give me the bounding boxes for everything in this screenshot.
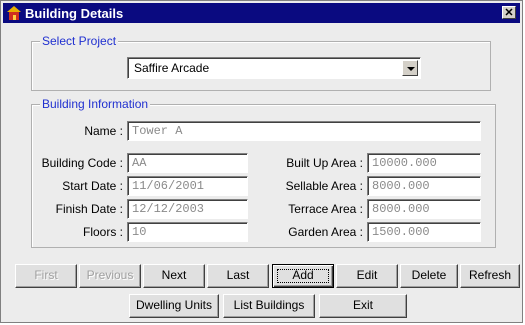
window-title: Building Details <box>25 5 124 21</box>
name-field[interactable]: Tower A <box>127 121 481 141</box>
first-button[interactable]: First <box>15 264 77 288</box>
finish-date-label: Finish Date : <box>55 202 123 216</box>
garden-area-field[interactable]: 1500.000 <box>367 222 481 242</box>
building-information-legend: Building Information <box>40 97 151 111</box>
terrace-area-label: Terrace Area : <box>288 202 363 216</box>
dropdown-arrow-icon[interactable] <box>402 60 418 76</box>
add-button[interactable]: Add <box>272 264 334 288</box>
list-buildings-button[interactable]: List Buildings <box>223 294 315 318</box>
next-button-label: Next <box>161 268 187 282</box>
edit-button[interactable]: Edit <box>336 264 398 288</box>
sellable-area-field[interactable]: 8000.000 <box>367 176 481 196</box>
title-bar[interactable]: Building Details ✕ <box>3 3 520 23</box>
delete-button-label: Delete <box>411 268 447 282</box>
floors-field[interactable]: 10 <box>127 222 248 242</box>
building-code-field[interactable]: AA <box>127 153 248 173</box>
built-up-area-label: Built Up Area : <box>286 156 363 170</box>
previous-button-label: Previous <box>86 268 134 282</box>
dwelling-units-button-label: Dwelling Units <box>135 298 213 312</box>
exit-button[interactable]: Exit <box>319 294 407 318</box>
start-date-field[interactable]: 11/06/2001 <box>127 176 248 196</box>
name-label: Name : <box>84 124 123 138</box>
first-button-label: First <box>34 268 58 282</box>
building-icon <box>7 6 21 20</box>
building-code-label: Building Code : <box>41 156 123 170</box>
close-button[interactable]: ✕ <box>502 6 516 19</box>
edit-button-label: Edit <box>356 268 378 282</box>
start-date-label: Start Date : <box>62 179 123 193</box>
built-up-area-field[interactable]: 10000.000 <box>367 153 481 173</box>
refresh-button-label: Refresh <box>468 268 512 282</box>
project-select[interactable]: Saffire Arcade <box>127 57 421 79</box>
last-button[interactable]: Last <box>207 264 269 288</box>
finish-date-field[interactable]: 12/12/2003 <box>127 199 248 219</box>
terrace-area-field[interactable]: 8000.000 <box>367 199 481 219</box>
building-details-window: Building Details ✕ Select Project Saffir… <box>0 0 523 323</box>
previous-button[interactable]: Previous <box>79 264 141 288</box>
project-select-value: Saffire Arcade <box>134 61 210 75</box>
exit-button-label: Exit <box>352 298 373 312</box>
garden-area-label: Garden Area : <box>288 225 363 239</box>
next-button[interactable]: Next <box>143 264 205 288</box>
dwelling-units-button[interactable]: Dwelling Units <box>129 294 219 318</box>
list-buildings-button-label: List Buildings <box>233 298 305 312</box>
select-project-legend: Select Project <box>40 34 119 48</box>
delete-button[interactable]: Delete <box>400 264 458 288</box>
refresh-button[interactable]: Refresh <box>460 264 520 288</box>
last-button-label: Last <box>226 268 250 282</box>
add-button-label: Add <box>292 268 314 282</box>
floors-label: Floors : <box>82 225 123 239</box>
close-icon: ✕ <box>504 7 514 19</box>
sellable-area-label: Sellable Area : <box>285 179 363 193</box>
